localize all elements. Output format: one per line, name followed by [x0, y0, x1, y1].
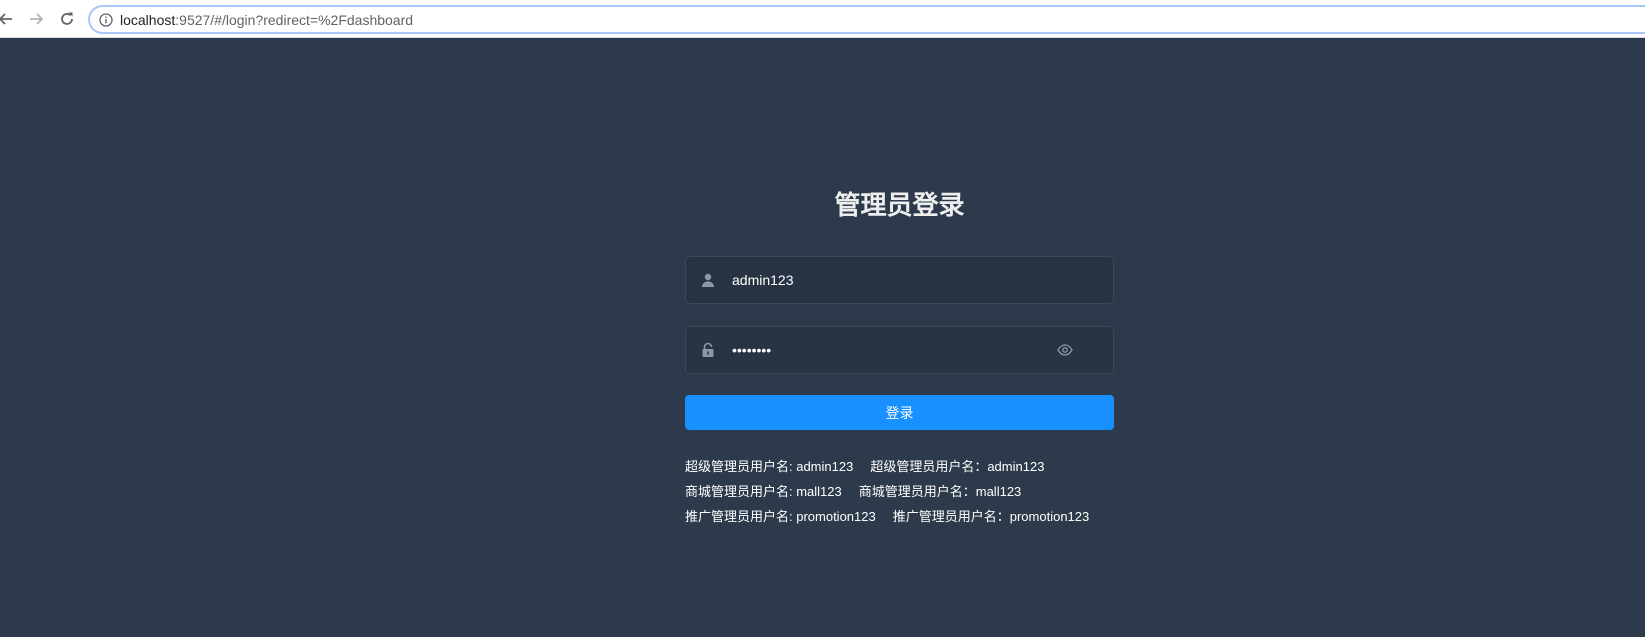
tip-text: 商城管理员用户名：mall123 — [858, 484, 1022, 499]
password-field[interactable] — [685, 326, 1114, 374]
username-field[interactable] — [685, 256, 1114, 304]
username-input[interactable] — [732, 257, 1062, 303]
account-tips: 超级管理员用户名: admin123 超级管理员用户名：admin123 商城管理… — [685, 458, 1114, 533]
url-text[interactable]: localhost:9527/#/login?redirect=%2Fdashb… — [120, 12, 413, 28]
arrow-right-icon — [30, 13, 44, 25]
address-bar[interactable]: localhost:9527/#/login?redirect=%2Fdashb… — [88, 5, 1645, 34]
login-form: 管理员登录 登录 超级管理员用户名: admin123 超级管理员用户名：admi… — [685, 170, 1114, 533]
url-host: localhost — [120, 12, 176, 28]
reload-button[interactable] — [57, 9, 77, 29]
tip-text: 超级管理员用户名：admin123 — [870, 459, 1045, 474]
tip-text: 推广管理员用户名: promotion123 — [685, 509, 876, 524]
tip-row: 超级管理员用户名: admin123 超级管理员用户名：admin123 — [685, 458, 1114, 483]
tip-row: 商城管理员用户名: mall123 商城管理员用户名：mall123 — [685, 483, 1114, 508]
info-icon[interactable] — [99, 13, 113, 27]
tip-text: 推广管理员用户名：promotion123 — [892, 509, 1090, 524]
url-path: :9527/#/login?redirect=%2Fdashboard — [175, 12, 414, 28]
arrow-left-icon — [0, 13, 12, 25]
reload-icon — [61, 12, 73, 25]
back-button[interactable] — [0, 9, 16, 29]
tip-row: 推广管理员用户名: promotion123 推广管理员用户名：promotion… — [685, 508, 1114, 533]
tip-text: 超级管理员用户名: admin123 — [685, 459, 854, 474]
tip-text: 商城管理员用户名: mall123 — [685, 484, 842, 499]
password-input[interactable] — [732, 327, 1062, 373]
eye-icon[interactable] — [1057, 342, 1073, 358]
login-title: 管理员登录 — [834, 190, 965, 220]
browser-toolbar: localhost:9527/#/login?redirect=%2Fdashb… — [0, 0, 1645, 38]
login-button[interactable]: 登录 — [685, 395, 1114, 430]
forward-button[interactable] — [26, 9, 46, 29]
lock-icon — [702, 342, 714, 357]
user-icon — [702, 273, 714, 287]
